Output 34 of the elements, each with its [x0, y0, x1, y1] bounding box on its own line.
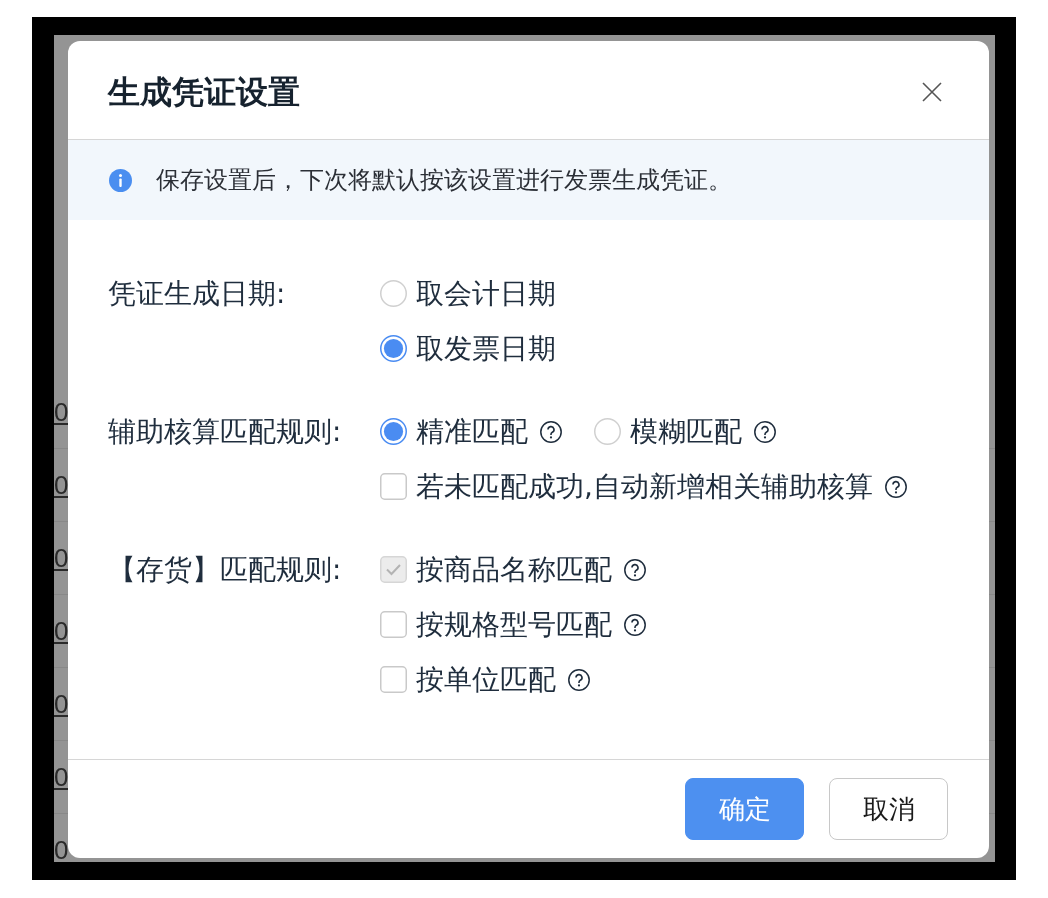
radio-button[interactable]	[380, 418, 407, 445]
help-icon[interactable]	[540, 420, 562, 443]
option-label[interactable]: 取发票日期	[416, 331, 556, 366]
field-label: 辅助核算匹配规则:	[108, 415, 342, 448]
table-cell-link[interactable]: 0	[54, 762, 69, 792]
option-label[interactable]: 按规格型号匹配	[416, 607, 612, 642]
field-label: 【存货】匹配规则:	[108, 553, 342, 586]
help-icon[interactable]	[754, 420, 776, 443]
option-label[interactable]: 取会计日期	[416, 276, 556, 311]
dialog-title: 生成凭证设置	[108, 72, 300, 112]
info-icon	[109, 168, 132, 192]
option-label[interactable]: 若未匹配成功,自动新增相关辅助核算	[416, 469, 873, 504]
radio-button[interactable]	[380, 335, 407, 362]
checkbox[interactable]	[380, 473, 407, 500]
table-cell-link[interactable]: 0	[54, 689, 69, 719]
option-label[interactable]: 按单位匹配	[416, 662, 556, 697]
option-label[interactable]: 模糊匹配	[630, 414, 742, 449]
table-cell-link[interactable]: 0	[54, 397, 69, 427]
table-cell-link[interactable]: 0	[54, 543, 69, 573]
radio-button[interactable]	[594, 418, 621, 445]
table-cell-link[interactable]: 0	[54, 616, 69, 646]
field-label: 凭证生成日期:	[108, 277, 286, 310]
help-icon[interactable]	[568, 668, 590, 691]
table-cell: 0	[54, 835, 69, 862]
cancel-button[interactable]: 取消	[829, 778, 948, 840]
help-icon[interactable]	[884, 475, 907, 498]
checkbox[interactable]	[380, 611, 407, 638]
help-icon[interactable]	[624, 613, 646, 636]
close-icon[interactable]	[922, 82, 942, 102]
table-cell-link[interactable]: 0	[54, 470, 69, 500]
radio-button[interactable]	[380, 280, 407, 307]
option-label[interactable]: 精准匹配	[416, 414, 528, 449]
notice-text: 保存设置后，下次将默认按该设置进行发票生成凭证。	[156, 165, 732, 195]
checkbox[interactable]	[380, 666, 407, 693]
